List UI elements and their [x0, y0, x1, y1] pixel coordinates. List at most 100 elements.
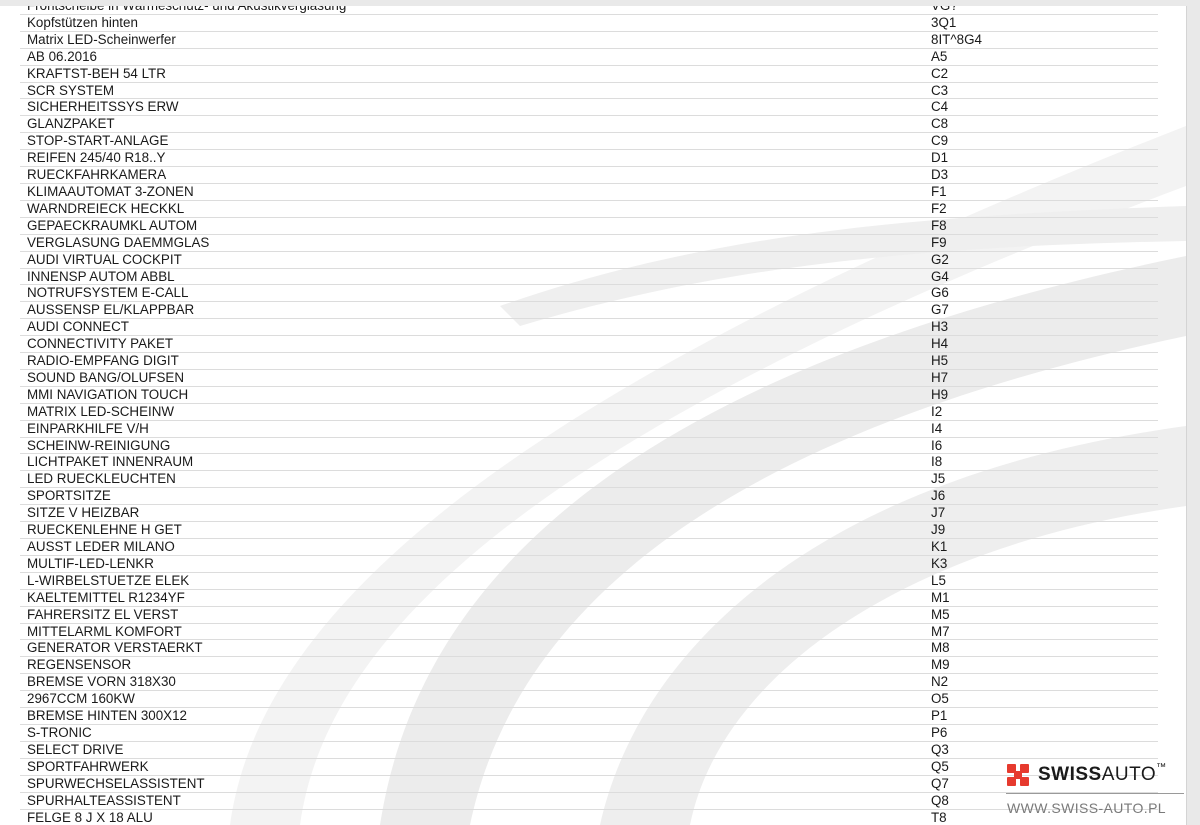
swiss-cross-icon: [1007, 764, 1029, 786]
equipment-code: K1: [931, 539, 948, 554]
equipment-code: Q7: [931, 775, 949, 791]
equipment-code: I2: [931, 403, 943, 419]
table-row: FELGE 8 J X 18 ALU T8: [20, 810, 1158, 825]
equipment-code: H4: [931, 336, 949, 352]
equipment-name: RADIO-EMPFANG DIGIT: [27, 353, 179, 369]
equipment-name: REIFEN 245/40 R18..Y: [27, 150, 166, 166]
equipment-code: H5: [931, 353, 949, 369]
equipment-code: N2: [931, 674, 949, 690]
equipment-name: SOUND BANG/OLUFSEN: [27, 369, 184, 385]
equipment-code: G7: [931, 302, 949, 318]
equipment-code: P1: [931, 708, 948, 724]
equipment-name: MITTELARML KOMFORT: [27, 623, 182, 639]
equipment-code: C8: [931, 116, 949, 132]
equipment-name: AUDI VIRTUAL COCKPIT: [27, 251, 182, 267]
equipment-code: G4: [931, 268, 949, 284]
equipment-name: MMI NAVIGATION TOUCH: [27, 386, 189, 402]
table-row: Kopfstützen hinten 3Q1: [20, 15, 1158, 32]
equipment-name: AUSSENSP EL/KLAPPBAR: [27, 302, 195, 318]
table-row: SITZE V HEIZBAR J7: [20, 505, 1158, 523]
equipment-name: BREMSE HINTEN 300X12: [27, 708, 188, 724]
table-row: MULTIF-LED-LENKR K3: [20, 556, 1158, 573]
equipment-code: P6: [931, 724, 948, 740]
equipment-code: J5: [931, 471, 946, 487]
equipment-code: M7: [931, 623, 950, 639]
equipment-code: F1: [931, 183, 947, 199]
equipment-name: NOTRUFSYSTEM E-CALL: [27, 285, 189, 301]
equipment-name: LED RUECKLEUCHTEN: [27, 471, 176, 487]
table-row: STOP-START-ANLAGE C9: [20, 133, 1158, 151]
equipment-name: Frontscheibe in Wärmeschutz- und Akustik…: [27, 6, 346, 14]
equipment-name: EINPARKHILFE V/H: [27, 420, 149, 436]
equipment-name: GLANZPAKET: [27, 116, 115, 132]
equipment-name: KLIMAAUTOMAT 3-ZONEN: [27, 183, 194, 199]
equipment-code: A5: [931, 48, 948, 64]
table-row: MITTELARML KOMFORT M7: [20, 624, 1158, 641]
equipment-code: F8: [931, 217, 947, 233]
table-row: FAHRERSITZ EL VERST M5: [20, 607, 1158, 624]
equipment-name: GENERATOR VERSTAERKT: [27, 640, 203, 656]
table-row: AUDI CONNECT H3: [20, 319, 1158, 337]
equipment-code: H3: [931, 319, 949, 335]
table-row: EINPARKHILFE V/H I4: [20, 421, 1158, 438]
equipment-code: D1: [931, 150, 949, 166]
table-row: AUDI VIRTUAL COCKPIT G2: [20, 252, 1158, 269]
table-row: REIFEN 245/40 R18..Y D1: [20, 150, 1158, 168]
equipment-name: CONNECTIVITY PAKET: [27, 336, 174, 352]
equipment-name: KAELTEMITTEL R1234YF: [27, 589, 185, 605]
table-row: S-TRONIC P6: [20, 725, 1158, 742]
equipment-code: J6: [931, 488, 946, 504]
equipment-code: Q8: [931, 792, 949, 808]
equipment-name: SCR SYSTEM: [27, 82, 115, 98]
equipment-code: H9: [931, 386, 949, 402]
equipment-name: FAHRERSITZ EL VERST: [27, 606, 179, 622]
equipment-name: STOP-START-ANLAGE: [27, 133, 169, 149]
table-row: SPORTFAHRWERK Q5: [20, 759, 1158, 776]
equipment-code: F2: [931, 200, 947, 216]
equipment-code: M5: [931, 606, 950, 622]
equipment-code: O5: [931, 691, 949, 707]
table-row: SOUND BANG/OLUFSEN H7: [20, 370, 1158, 387]
table-row: SICHERHEITSSYS ERW C4: [20, 99, 1158, 117]
equipment-name: SPORTFAHRWERK: [27, 758, 149, 774]
table-row: VERGLASUNG DAEMMGLAS F9: [20, 235, 1158, 252]
equipment-code: J9: [931, 522, 946, 538]
website-url: WWW.SWISS-AUTO.PL: [1007, 800, 1166, 816]
table-row: SPURHALTEASSISTENT Q8: [20, 793, 1158, 810]
table-row: WARNDREIECK HECKKL F2: [20, 201, 1158, 218]
equipment-name: REGENSENSOR: [27, 657, 132, 673]
table-row: BREMSE VORN 318X30 N2: [20, 674, 1158, 692]
table-row: CONNECTIVITY PAKET H4: [20, 336, 1158, 354]
table-row: SCHEINW-REINIGUNG I6: [20, 438, 1158, 455]
equipment-code: M1: [931, 589, 950, 605]
table-row: MATRIX LED-SCHEINW I2: [20, 404, 1158, 421]
table-row: GEPAECKRAUMKL AUTOM F8: [20, 218, 1158, 235]
equipment-name: SPURWECHSELASSISTENT: [27, 775, 205, 791]
table-row: AUSSENSP EL/KLAPPBAR G7: [20, 302, 1158, 320]
equipment-name: INNENSP AUTOM ABBL: [27, 268, 175, 284]
equipment-name: MULTIF-LED-LENKR: [27, 555, 154, 571]
equipment-list: Frontscheibe in Wärmeschutz- und Akustik…: [20, 6, 1158, 825]
equipment-code: 3Q1: [931, 14, 957, 30]
equipment-code: C4: [931, 99, 949, 115]
equipment-code: J7: [931, 505, 946, 521]
equipment-name: Matrix LED-Scheinwerfer: [27, 31, 176, 47]
equipment-name: FELGE 8 J X 18 ALU: [27, 809, 153, 825]
equipment-code: C2: [931, 65, 949, 81]
equipment-code: M9: [931, 657, 950, 673]
equipment-name: 2967CCM 160KW: [27, 691, 135, 707]
equipment-name: AB 06.2016: [27, 48, 97, 64]
equipment-name: GEPAECKRAUMKL AUTOM: [27, 217, 198, 233]
equipment-code: I6: [931, 437, 943, 453]
equipment-code: 8IT^8G4: [931, 31, 982, 47]
table-row: AB 06.2016 A5: [20, 49, 1158, 66]
equipment-code: I8: [931, 454, 943, 470]
equipment-name: KRAFTST-BEH 54 LTR: [27, 65, 166, 81]
table-row: SELECT DRIVE Q3: [20, 742, 1158, 759]
equipment-name: L-WIRBELSTUETZE ELEK: [27, 572, 190, 588]
equipment-name: MATRIX LED-SCHEINW: [27, 403, 175, 419]
table-row: Frontscheibe in Wärmeschutz- und Akustik…: [20, 6, 1158, 15]
table-row: INNENSP AUTOM ABBL G4: [20, 269, 1158, 286]
equipment-code: K3: [931, 555, 948, 571]
table-row: SCR SYSTEM C3: [20, 83, 1158, 100]
